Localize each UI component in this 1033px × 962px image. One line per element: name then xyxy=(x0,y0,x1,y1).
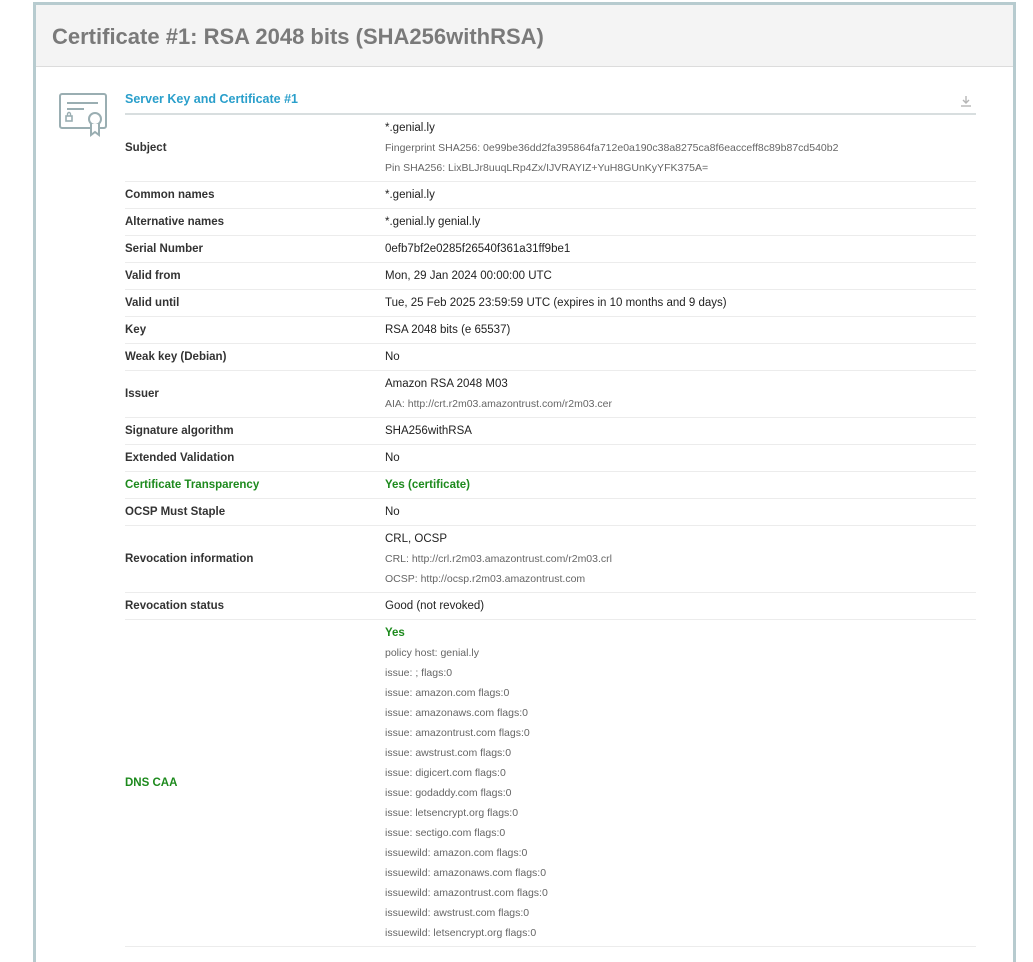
value-detail: CRL: http://crl.r2m03.amazontrust.com/r2… xyxy=(385,553,612,565)
row-label: Certificate Transparency xyxy=(125,479,260,491)
value-text: No xyxy=(385,351,400,363)
value-detail: issue: amazonaws.com flags:0 xyxy=(385,707,528,719)
section-title: Server Key and Certificate #1 xyxy=(125,92,299,106)
value-text: SHA256withRSA xyxy=(385,425,472,437)
row-value: Good (not revoked) xyxy=(385,593,976,619)
detail-row: Issuer Amazon RSA 2048 M03 AIA: http://crt… xyxy=(125,371,976,418)
detail-row: Signature algorithm SHA256withRSA xyxy=(125,418,976,445)
detail-row: Key RSA 2048 bits (e 65537) xyxy=(125,317,976,344)
row-value: *.genial.ly Fingerprint SHA256: 0e99be36d… xyxy=(385,115,976,181)
row-label: Serial Number xyxy=(125,243,203,255)
detail-row: Revocation status Good (not revoked) xyxy=(125,593,976,620)
value-text: RSA 2048 bits (e 65537) xyxy=(385,324,511,336)
row-label: Alternative names xyxy=(125,216,225,228)
details-table: Subject *.genial.ly Fingerprint SHA256: 0e… xyxy=(125,115,976,947)
detail-row: Alternative names *.genial.ly genial.ly xyxy=(125,209,976,236)
row-label: DNS CAA xyxy=(125,777,178,789)
certificate-panel: Certificate #1: RSA 2048 bits (SHA256wit… xyxy=(33,2,1016,962)
row-value: CRL, OCSP CRL: http://crl.r2m03.amazontru… xyxy=(385,526,976,592)
row-value: SHA256withRSA xyxy=(385,418,976,444)
detail-row: Revocation information CRL, OCSP CRL: http… xyxy=(125,526,976,593)
row-value: Yes policy host: genial.ly issue: ; flags:… xyxy=(385,620,976,946)
value-detail: issue: sectigo.com flags:0 xyxy=(385,827,506,839)
detail-row: Certificate Transparency Yes (certificate… xyxy=(125,472,976,499)
value-detail: issuewild: amazon.com flags:0 xyxy=(385,847,528,859)
detail-row: Extended Validation No xyxy=(125,445,976,472)
value-text: 0efb7bf2e0285f26540f361a31ff9be1 xyxy=(385,243,571,255)
value-detail: AIA: http://crt.r2m03.amazontrust.com/r2… xyxy=(385,398,612,410)
row-label: Extended Validation xyxy=(125,452,235,464)
row-label: Revocation information xyxy=(125,553,254,565)
row-value: No xyxy=(385,445,976,471)
row-value: Amazon RSA 2048 M03 AIA: http://crt.r2m03… xyxy=(385,371,976,417)
value-detail: issuewild: awstrust.com flags:0 xyxy=(385,907,530,919)
value-text: Mon, 29 Jan 2024 00:00:00 UTC xyxy=(385,270,552,282)
row-value: RSA 2048 bits (e 65537) xyxy=(385,317,976,343)
value-text: CRL, OCSP xyxy=(385,533,447,545)
row-label: Revocation status xyxy=(125,600,225,612)
row-label: Weak key (Debian) xyxy=(125,351,227,363)
panel-header: Certificate #1: RSA 2048 bits (SHA256wit… xyxy=(36,5,1013,67)
value-text: Amazon RSA 2048 M03 xyxy=(385,378,508,390)
row-value: No xyxy=(385,499,976,525)
value-detail: OCSP: http://ocsp.r2m03.amazontrust.com xyxy=(385,573,586,585)
value-text: *.genial.ly xyxy=(385,189,435,201)
value-text: *.genial.ly genial.ly xyxy=(385,216,481,228)
page-title: Certificate #1: RSA 2048 bits (SHA256wit… xyxy=(52,24,544,49)
value-text: Yes xyxy=(385,627,405,639)
value-detail: Fingerprint SHA256: 0e99be36dd2fa395864f… xyxy=(385,142,839,154)
row-label: Subject xyxy=(125,142,167,154)
row-value: No xyxy=(385,344,976,370)
detail-row: Serial Number 0efb7bf2e0285f26540f361a31f… xyxy=(125,236,976,263)
detail-row: Common names *.genial.ly xyxy=(125,182,976,209)
row-label: Key xyxy=(125,324,147,336)
certificate-details: Server Key and Certificate #1 Subject *.g… xyxy=(125,82,976,947)
value-detail: Pin SHA256: LixBLJr8uuqLRp4Zx/IJVRAYIZ+Y… xyxy=(385,162,709,174)
section-header: Server Key and Certificate #1 xyxy=(125,82,976,115)
value-detail: issuewild: amazontrust.com flags:0 xyxy=(385,887,548,899)
value-detail: issuewild: letsencrypt.org flags:0 xyxy=(385,927,537,939)
row-value: *.genial.ly xyxy=(385,182,976,208)
row-value: 0efb7bf2e0285f26540f361a31ff9be1 xyxy=(385,236,976,262)
row-label: Valid from xyxy=(125,270,181,282)
row-label: Valid until xyxy=(125,297,180,309)
row-value: *.genial.ly genial.ly xyxy=(385,209,976,235)
value-text: No xyxy=(385,452,400,464)
row-value: Yes (certificate) xyxy=(385,472,976,498)
value-detail: issue: awstrust.com flags:0 xyxy=(385,747,512,759)
detail-row: Subject *.genial.ly Fingerprint SHA256: 0e… xyxy=(125,115,976,182)
value-detail: issuewild: amazonaws.com flags:0 xyxy=(385,867,547,879)
detail-row: Valid from Mon, 29 Jan 2024 00:00:00 UTC xyxy=(125,263,976,290)
value-detail: issue: ; flags:0 xyxy=(385,667,453,679)
certificate-icon xyxy=(58,92,110,143)
value-detail: issue: amazontrust.com flags:0 xyxy=(385,727,530,739)
value-text: *.genial.ly xyxy=(385,122,435,134)
value-text: No xyxy=(385,506,400,518)
value-text: Good (not revoked) xyxy=(385,600,485,612)
value-detail: issue: digicert.com flags:0 xyxy=(385,767,506,779)
detail-row: Weak key (Debian) No xyxy=(125,344,976,371)
row-label: Signature algorithm xyxy=(125,425,234,437)
value-text: Tue, 25 Feb 2025 23:59:59 UTC (expires i… xyxy=(385,297,727,309)
value-detail: issue: letsencrypt.org flags:0 xyxy=(385,807,519,819)
value-detail: issue: godaddy.com flags:0 xyxy=(385,787,512,799)
row-label: OCSP Must Staple xyxy=(125,506,226,518)
row-value: Mon, 29 Jan 2024 00:00:00 UTC xyxy=(385,263,976,289)
value-text: Yes (certificate) xyxy=(385,479,471,491)
detail-row: DNS CAA Yes policy host: genial.ly issue: ;… xyxy=(125,620,976,947)
row-value: Tue, 25 Feb 2025 23:59:59 UTC (expires i… xyxy=(385,290,976,316)
value-detail: policy host: genial.ly xyxy=(385,647,479,659)
detail-row: Valid until Tue, 25 Feb 2025 23:59:59 UTC… xyxy=(125,290,976,317)
row-label: Common names xyxy=(125,189,215,201)
download-icon[interactable] xyxy=(960,94,972,112)
value-detail: issue: amazon.com flags:0 xyxy=(385,687,510,699)
detail-row: OCSP Must Staple No xyxy=(125,499,976,526)
row-label: Issuer xyxy=(125,388,159,400)
